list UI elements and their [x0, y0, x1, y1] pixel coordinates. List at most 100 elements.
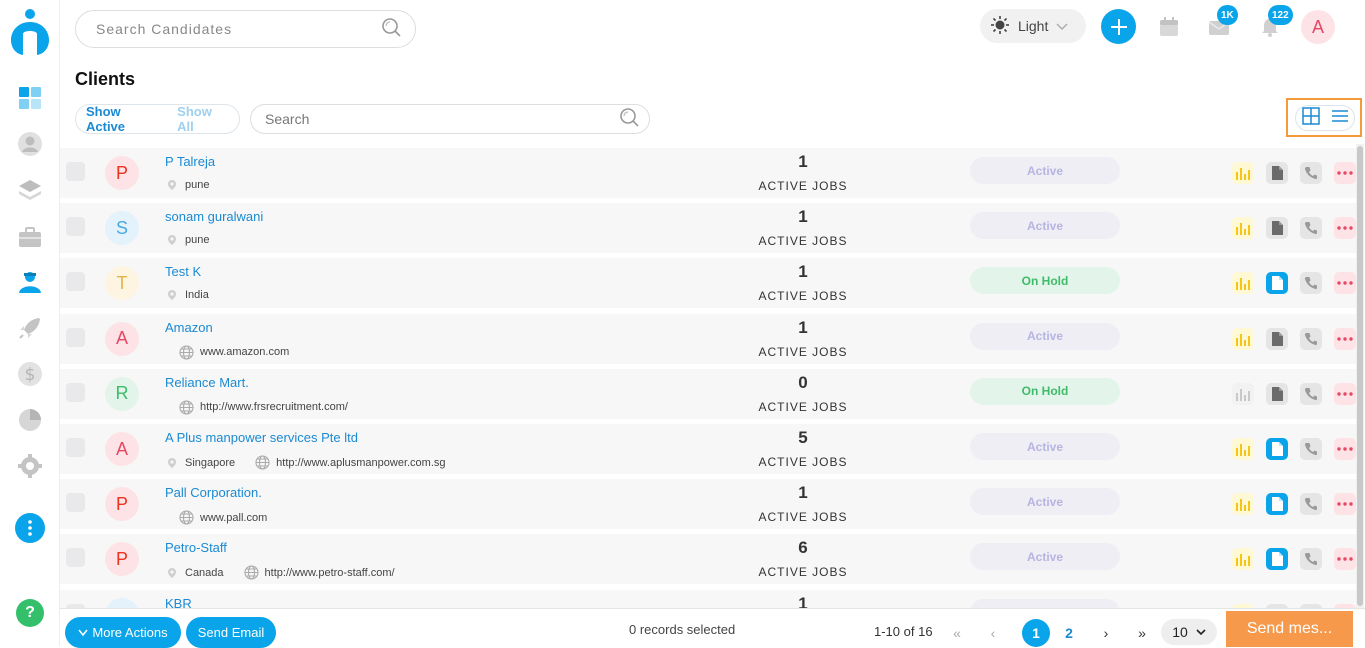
bar-chart-icon[interactable] — [1232, 272, 1254, 295]
status-badge[interactable]: Active — [970, 322, 1120, 350]
client-search-input[interactable] — [265, 111, 619, 127]
client-name-link[interactable]: P Talreja — [165, 154, 215, 169]
client-name-link[interactable]: Pall Corporation. — [165, 485, 262, 500]
row-checkbox[interactable] — [66, 493, 85, 513]
candidate-search-input[interactable] — [96, 21, 381, 37]
status-badge[interactable] — [970, 598, 1120, 608]
help-button[interactable]: ? — [16, 599, 44, 627]
status-badge[interactable]: Active — [970, 543, 1120, 571]
more-options-icon[interactable] — [1334, 548, 1356, 571]
row-checkbox[interactable] — [66, 217, 85, 237]
phone-icon[interactable] — [1300, 548, 1322, 571]
prev-page-button[interactable]: ‹ — [979, 619, 1007, 647]
page-1-button[interactable]: 1 — [1022, 619, 1050, 647]
next-page-button[interactable]: › — [1092, 619, 1120, 647]
first-page-button[interactable]: « — [943, 619, 971, 647]
client-row[interactable]: R Reliance Mart. http://www.frsrecruitment… — [60, 368, 1356, 419]
document-icon[interactable] — [1266, 382, 1288, 405]
more-options-icon[interactable] — [1334, 438, 1356, 460]
status-badge[interactable]: On Hold — [970, 377, 1120, 405]
pie-chart-icon[interactable] — [16, 406, 44, 434]
theme-toggle[interactable]: Light — [980, 9, 1086, 43]
more-options-icon[interactable] — [1334, 217, 1356, 240]
client-website[interactable]: www.amazon.com — [200, 346, 289, 358]
calendar-icon[interactable] — [1157, 15, 1181, 39]
bar-chart-icon[interactable] — [1232, 327, 1254, 350]
layers-icon[interactable] — [16, 176, 44, 204]
list-view-icon[interactable] — [1331, 109, 1349, 128]
bar-chart-icon[interactable] — [1232, 493, 1254, 516]
more-options-icon[interactable] — [1334, 493, 1356, 516]
bell-icon[interactable]: 122 — [1258, 5, 1293, 39]
client-name-link[interactable]: Petro-Staff — [165, 540, 227, 555]
status-badge[interactable]: Active — [970, 212, 1120, 240]
page-2-button[interactable]: 2 — [1055, 619, 1083, 647]
row-checkbox[interactable] — [66, 162, 85, 181]
client-row[interactable]: A Amazon www.amazon.com 1 ACTIVE JOBS Active — [60, 313, 1356, 364]
client-row[interactable]: P Petro-Staff Canada http://www.petro-staff… — [60, 534, 1356, 585]
more-options-icon[interactable] — [1334, 327, 1356, 350]
client-name-link[interactable]: A Plus manpower services Pte ltd — [165, 430, 358, 445]
document-icon[interactable] — [1266, 548, 1288, 571]
row-checkbox[interactable] — [66, 438, 85, 457]
document-icon[interactable] — [1266, 272, 1288, 295]
bar-chart-icon[interactable] — [1232, 548, 1254, 571]
status-badge[interactable]: On Hold — [970, 267, 1120, 295]
scrollbar-thumb[interactable] — [1357, 146, 1363, 606]
status-badge[interactable]: Active — [970, 488, 1120, 516]
mail-icon[interactable]: 1K — [1207, 5, 1238, 39]
clients-icon[interactable] — [16, 268, 44, 296]
status-badge[interactable]: Active — [970, 433, 1120, 460]
phone-icon[interactable] — [1300, 327, 1322, 350]
row-checkbox[interactable] — [66, 382, 85, 402]
row-checkbox[interactable] — [66, 327, 85, 347]
dollar-icon[interactable]: $ — [16, 360, 44, 388]
search-icon[interactable] — [619, 107, 639, 132]
briefcase-icon[interactable] — [16, 223, 44, 251]
show-active-button[interactable]: Show Active — [86, 104, 159, 134]
bar-chart-icon[interactable] — [1232, 382, 1254, 405]
phone-icon[interactable] — [1300, 272, 1322, 295]
client-row[interactable]: KBR1ACTIVE JOBS — [60, 589, 1356, 608]
settings-icon[interactable] — [16, 452, 44, 480]
bar-chart-icon[interactable] — [1232, 162, 1254, 184]
send-message-button[interactable]: Send mes... — [1226, 611, 1353, 647]
client-row[interactable]: Ssonam guralwani pune 1 ACTIVE JOBS Active — [60, 203, 1356, 254]
client-row[interactable]: A A Plus manpower services Pte ltd Singapo… — [60, 424, 1356, 474]
rocket-icon[interactable] — [16, 314, 44, 342]
client-website[interactable]: http://www.petro-staff.com/ — [265, 567, 395, 579]
list-scrollbar[interactable] — [1356, 144, 1364, 608]
client-website[interactable]: www.pall.com — [200, 512, 267, 524]
document-icon[interactable] — [1266, 162, 1288, 184]
client-row[interactable]: P Pall Corporation. www.pall.com 1 ACTIVE JO… — [60, 479, 1356, 530]
add-button[interactable] — [1101, 9, 1136, 44]
client-name-link[interactable]: sonam guralwani — [165, 209, 263, 224]
client-name-link[interactable]: KBR — [165, 596, 192, 608]
more-actions-button[interactable]: More Actions — [65, 617, 181, 648]
bar-chart-icon[interactable] — [1232, 438, 1254, 460]
more-options-icon[interactable] — [1334, 272, 1356, 295]
grid-view-icon[interactable] — [1301, 106, 1320, 130]
more-menu-button[interactable] — [15, 513, 45, 543]
search-icon[interactable] — [381, 17, 401, 42]
candidate-icon[interactable] — [16, 130, 44, 158]
client-name-link[interactable]: Reliance Mart. — [165, 375, 249, 390]
document-icon[interactable] — [1266, 493, 1288, 516]
last-page-button[interactable]: » — [1128, 619, 1156, 647]
document-icon[interactable] — [1266, 438, 1288, 460]
client-website[interactable]: http://www.frsrecruitment.com/ — [200, 401, 348, 413]
row-checkbox[interactable] — [66, 548, 85, 568]
document-icon[interactable] — [1266, 327, 1288, 350]
document-icon[interactable] — [1266, 217, 1288, 240]
phone-icon[interactable] — [1300, 438, 1322, 460]
client-row[interactable]: T Test K India 1 ACTIVE JOBS On Hold — [60, 258, 1356, 309]
phone-icon[interactable] — [1300, 493, 1322, 516]
client-name-link[interactable]: Amazon — [165, 320, 213, 335]
bar-chart-icon[interactable] — [1232, 217, 1254, 240]
send-email-button[interactable]: Send Email — [186, 617, 276, 648]
phone-icon[interactable] — [1300, 382, 1322, 405]
app-logo-icon[interactable] — [9, 8, 51, 56]
per-page-select[interactable]: 10 — [1161, 619, 1217, 645]
phone-icon[interactable] — [1300, 162, 1322, 184]
user-avatar[interactable]: A — [1301, 10, 1335, 44]
